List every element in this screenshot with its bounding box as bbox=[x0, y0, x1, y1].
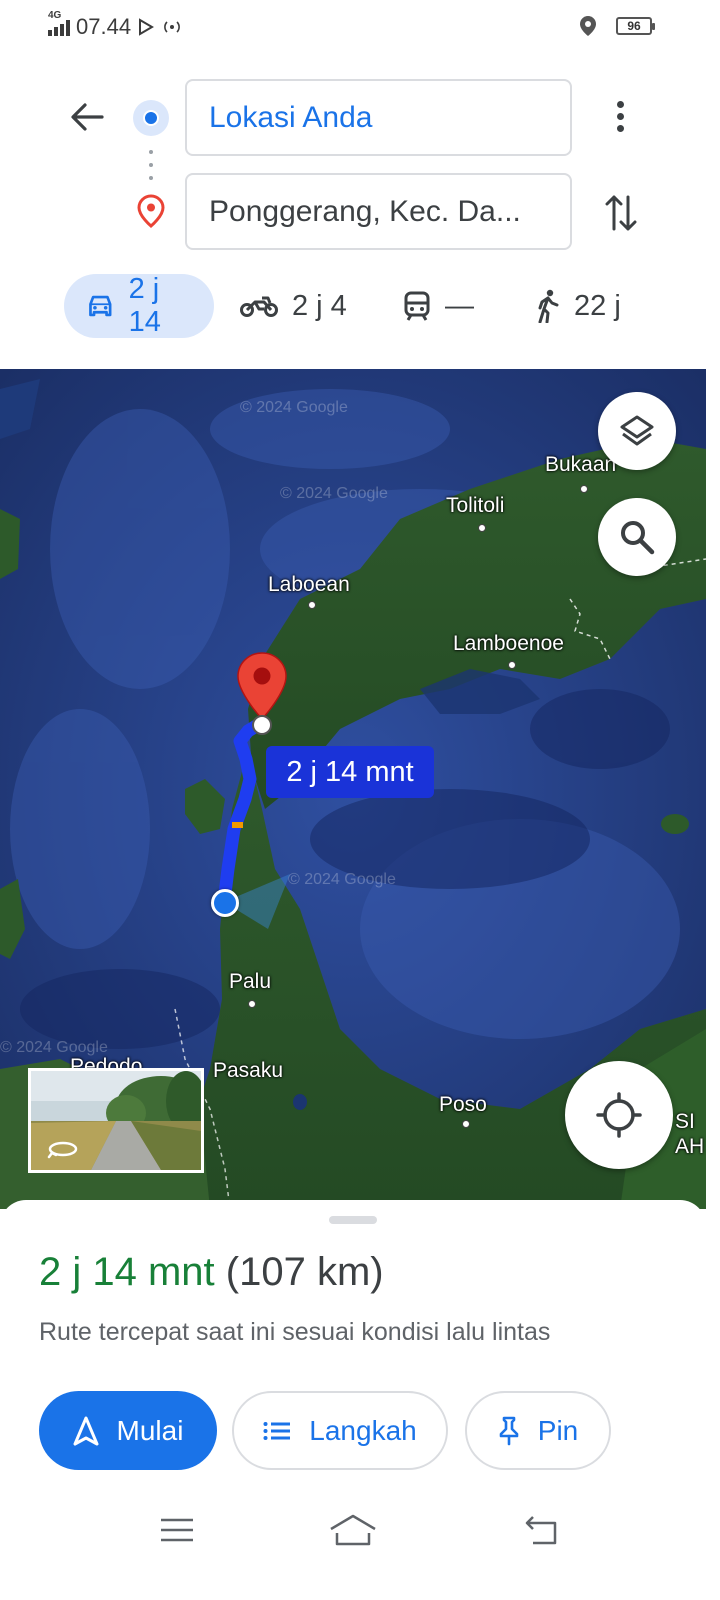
network-type: 4G bbox=[48, 10, 62, 21]
destination-pin-icon bbox=[137, 194, 165, 233]
origin-marker[interactable] bbox=[211, 889, 239, 917]
status-bar-left: 4G 07.44 bbox=[48, 10, 183, 40]
destination-marker[interactable] bbox=[236, 651, 288, 737]
start-button-label: Mulai bbox=[116, 1414, 184, 1446]
360-rotate-icon bbox=[47, 1141, 78, 1159]
route-summary: 2 j 14 mnt (107 km) bbox=[39, 1250, 384, 1295]
status-bar-right: 96 bbox=[580, 16, 655, 36]
layers-button[interactable] bbox=[598, 392, 676, 470]
mode-transit-label: — bbox=[445, 289, 474, 322]
route-connector bbox=[149, 150, 153, 180]
menu-nav-button[interactable] bbox=[147, 1508, 207, 1552]
place-label[interactable]: Poso bbox=[439, 1093, 487, 1117]
route-time-label[interactable]: 2 j 14 mnt bbox=[266, 746, 434, 798]
car-icon bbox=[89, 295, 112, 317]
travel-mode-tabs: 2 j 14 2 j 4 — 22 j bbox=[0, 273, 720, 338]
steps-button[interactable]: Langkah bbox=[232, 1391, 448, 1470]
layers-icon bbox=[620, 415, 654, 446]
swap-icon bbox=[605, 195, 637, 231]
menu-icon bbox=[161, 1518, 193, 1542]
navigation-icon bbox=[73, 1416, 99, 1445]
clock: 07.44 bbox=[76, 14, 132, 39]
signal-icon: 4G bbox=[48, 10, 70, 36]
play-icon bbox=[139, 18, 155, 36]
hotspot-icon bbox=[164, 21, 180, 33]
route-duration: 2 j 14 mnt bbox=[39, 1250, 215, 1294]
search-button[interactable] bbox=[598, 498, 676, 576]
mode-walk-label: 22 j bbox=[574, 289, 621, 322]
steps-button-label: Langkah bbox=[309, 1414, 417, 1446]
mode-car-label: 2 j 14 bbox=[128, 273, 161, 338]
home-icon bbox=[330, 1514, 376, 1546]
system-nav-bar bbox=[0, 1500, 720, 1600]
place-label[interactable]: Palu bbox=[229, 970, 271, 994]
swap-button[interactable] bbox=[596, 188, 646, 238]
mode-motorcycle-tab[interactable]: 2 j 4 bbox=[240, 274, 347, 338]
map-watermark: © 2024 Google bbox=[240, 399, 348, 416]
search-icon bbox=[621, 521, 655, 555]
map-pin-icon bbox=[237, 652, 287, 735]
place-marker bbox=[580, 485, 588, 493]
place-marker bbox=[462, 1120, 470, 1128]
list-icon bbox=[263, 1421, 291, 1440]
place-label[interactable]: Tolitoli bbox=[446, 494, 504, 518]
my-location-button[interactable] bbox=[565, 1061, 673, 1169]
place-label[interactable]: SI bbox=[675, 1110, 695, 1134]
map-watermark: © 2024 Google bbox=[288, 871, 396, 888]
more-vert-icon bbox=[616, 100, 624, 108]
back-button[interactable] bbox=[62, 92, 112, 142]
place-marker bbox=[478, 524, 486, 532]
map-watermark: © 2024 Google bbox=[280, 485, 388, 502]
start-button[interactable]: Mulai bbox=[39, 1391, 217, 1470]
more-options-button[interactable] bbox=[598, 94, 642, 138]
pin-button-label: Pin bbox=[537, 1414, 579, 1446]
place-label[interactable]: Pasaku bbox=[213, 1059, 283, 1083]
map-view[interactable]: © 2024 Google © 2024 Google © 2024 Googl… bbox=[0, 369, 706, 1209]
mode-transit-tab[interactable]: — bbox=[403, 274, 474, 338]
route-distance: (107 km) bbox=[225, 1250, 384, 1294]
home-nav-button[interactable] bbox=[323, 1508, 383, 1552]
my-location-icon bbox=[596, 1092, 642, 1138]
route-description: Rute tercepat saat ini sesuai kondisi la… bbox=[39, 1318, 551, 1346]
place-label[interactable]: Laboean bbox=[268, 573, 350, 597]
street-view-thumbnail[interactable] bbox=[28, 1068, 204, 1173]
motorcycle-icon bbox=[240, 296, 278, 317]
drag-handle[interactable] bbox=[329, 1216, 377, 1224]
place-marker bbox=[508, 661, 516, 669]
battery-icon: 96 bbox=[616, 17, 655, 35]
mode-walk-tab[interactable]: 22 j bbox=[536, 274, 621, 338]
status-bar: 4G 07.44 96 bbox=[0, 0, 720, 56]
walk-icon bbox=[538, 289, 559, 323]
origin-dot-icon bbox=[133, 100, 169, 136]
destination-field[interactable]: Ponggerang, Kec. Da... bbox=[185, 173, 572, 250]
origin-field[interactable]: Lokasi Anda bbox=[185, 79, 572, 156]
location-icon bbox=[580, 16, 596, 36]
place-label[interactable]: Lamboenoe bbox=[453, 632, 564, 656]
mode-car-tab[interactable]: 2 j 14 bbox=[64, 273, 214, 338]
mode-motorcycle-label: 2 j 4 bbox=[292, 289, 347, 322]
back-icon bbox=[525, 1516, 557, 1545]
pin-icon bbox=[499, 1416, 519, 1445]
train-icon bbox=[404, 291, 430, 321]
place-label[interactable]: Bukaan bbox=[545, 453, 616, 477]
back-nav-button[interactable] bbox=[508, 1508, 568, 1552]
place-label[interactable]: AH bbox=[675, 1135, 704, 1159]
place-marker bbox=[308, 601, 316, 609]
place-marker bbox=[248, 1000, 256, 1008]
back-arrow-icon bbox=[71, 103, 104, 131]
pin-button[interactable]: Pin bbox=[465, 1391, 611, 1470]
